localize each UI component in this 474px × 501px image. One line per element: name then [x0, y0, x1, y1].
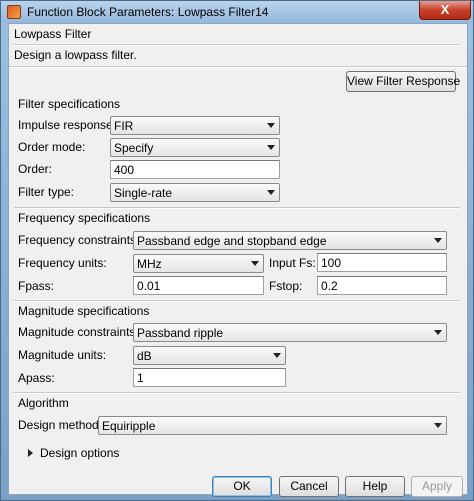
chevron-down-icon — [267, 190, 275, 195]
design-method-label: Design method: — [18, 418, 103, 432]
order-input[interactable]: 400 — [110, 160, 280, 179]
frequency-specs-heading: Frequency specifications — [18, 211, 151, 225]
frequency-constraints-select[interactable]: Passband edge and stopband edge — [133, 231, 447, 250]
header-divider — [14, 44, 460, 46]
apass-value: 1 — [137, 371, 144, 385]
frequency-constraints-value: Passband edge and stopband edge — [137, 234, 327, 248]
apass-label: Apass: — [18, 371, 55, 385]
chevron-down-icon — [434, 238, 442, 243]
design-method-value: Equiripple — [102, 419, 156, 433]
magnitude-units-select[interactable]: dB — [133, 346, 286, 365]
apass-input[interactable]: 1 — [133, 368, 286, 387]
fpass-value: 0.01 — [137, 279, 161, 293]
magnitude-constraints-value: Passband ripple — [137, 326, 224, 340]
dialog-body: Lowpass Filter Design a lowpass filter. … — [8, 23, 468, 497]
impulse-response-value: FIR — [114, 119, 134, 133]
title-bar[interactable]: Function Block Parameters: Lowpass Filte… — [1, 1, 473, 23]
order-value: 400 — [114, 163, 135, 177]
impulse-response-label: Impulse response: — [18, 118, 117, 132]
window-title: Function Block Parameters: Lowpass Filte… — [27, 5, 269, 19]
input-fs-input[interactable]: 100 — [317, 253, 447, 272]
filter-type-label: Filter type: — [18, 185, 75, 199]
block-description: Design a lowpass filter. — [14, 48, 137, 62]
chevron-down-icon — [251, 261, 259, 266]
magnitude-constraints-label: Magnitude constraints: — [18, 325, 139, 339]
fpass-label: Fpass: — [18, 279, 55, 293]
fpass-input[interactable]: 0.01 — [133, 276, 264, 295]
fstop-input[interactable]: 0.2 — [317, 276, 447, 295]
chevron-down-icon — [434, 330, 442, 335]
frequency-units-value: MHz — [137, 257, 162, 271]
order-label: Order: — [18, 162, 53, 176]
filter-type-value: Single-rate — [114, 186, 173, 200]
ok-button[interactable]: OK — [212, 476, 272, 497]
chevron-down-icon — [434, 423, 442, 428]
order-mode-label: Order mode: — [18, 140, 86, 154]
design-method-select[interactable]: Equiripple — [98, 416, 447, 435]
fstop-label: Fstop: — [269, 279, 303, 293]
help-button[interactable]: Help — [345, 476, 405, 497]
filter-specs-divider — [14, 207, 460, 209]
frequency-specs-divider — [14, 300, 460, 302]
magnitude-specs-divider — [14, 392, 460, 394]
input-fs-value: 100 — [321, 256, 342, 270]
order-mode-select[interactable]: Specify — [110, 138, 280, 157]
frequency-units-select[interactable]: MHz — [133, 254, 264, 273]
block-name-heading: Lowpass Filter — [14, 27, 92, 41]
algorithm-heading: Algorithm — [18, 396, 69, 410]
expand-triangle-icon[interactable] — [28, 449, 33, 457]
magnitude-units-value: dB — [137, 349, 152, 363]
description-divider — [9, 66, 467, 68]
chevron-down-icon — [267, 145, 275, 150]
magnitude-units-label: Magnitude units: — [18, 348, 107, 362]
magnitude-specs-heading: Magnitude specifications — [18, 304, 150, 318]
dialog-window: Function Block Parameters: Lowpass Filte… — [0, 0, 474, 501]
input-fs-label: Input Fs: — [269, 256, 316, 270]
apply-button[interactable]: Apply — [411, 476, 463, 497]
order-mode-value: Specify — [114, 141, 154, 155]
magnitude-constraints-select[interactable]: Passband ripple — [133, 323, 447, 342]
filter-type-select[interactable]: Single-rate — [110, 183, 280, 202]
view-filter-response-button[interactable]: View Filter Response — [346, 71, 460, 92]
impulse-response-select[interactable]: FIR — [110, 116, 280, 135]
chevron-down-icon — [267, 123, 275, 128]
frequency-constraints-label: Frequency constraints: — [18, 233, 140, 247]
design-options-toggle[interactable]: Design options — [40, 445, 119, 461]
fstop-value: 0.2 — [321, 279, 338, 293]
close-button[interactable]: X — [419, 1, 471, 20]
frequency-units-label: Frequency units: — [18, 256, 107, 270]
chevron-down-icon — [273, 353, 281, 358]
cancel-button[interactable]: Cancel — [279, 476, 339, 497]
simulink-block-icon — [7, 5, 21, 19]
filter-specs-heading: Filter specifications — [18, 97, 121, 111]
